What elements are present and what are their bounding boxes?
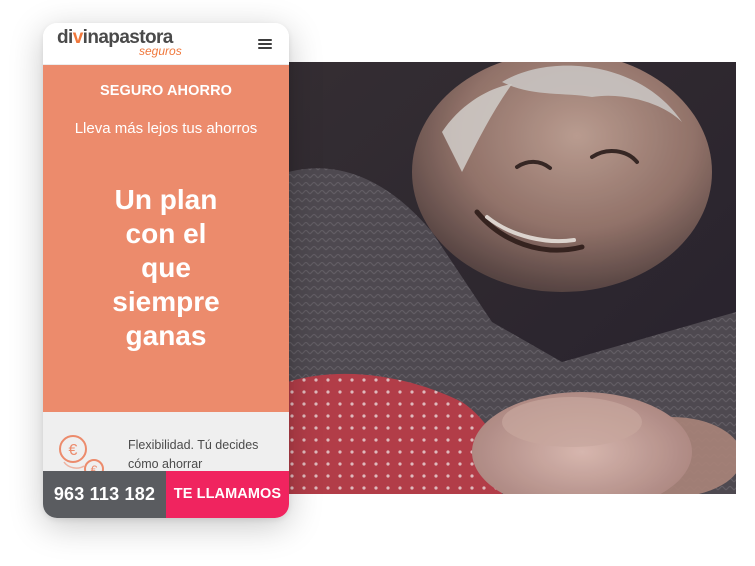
- feature-item: € € Flexibilidad. Tú decides cómo ahorra…: [43, 412, 289, 472]
- request-call-button[interactable]: TE LLAMAMOS: [166, 471, 289, 518]
- cta-bar: 963 113 182 TE LLAMAMOS: [43, 471, 289, 518]
- site-header: divinapastora seguros: [43, 23, 289, 65]
- svg-text:€: €: [69, 442, 78, 459]
- brand-logo[interactable]: divinapastora seguros: [57, 27, 197, 61]
- hamburger-menu-icon[interactable]: [258, 39, 272, 49]
- feature-text: Flexibilidad. Tú decides cómo ahorrar: [128, 438, 259, 471]
- hero-title: Un plan con el que siempre ganas: [73, 183, 259, 353]
- hero-subtitle: Lleva más lejos tus ahorros: [74, 120, 258, 137]
- hero-eyebrow: SEGURO AHORRO: [99, 83, 233, 99]
- hero-title-line: que: [141, 252, 191, 283]
- logo-subtitle: seguros: [139, 44, 182, 58]
- euro-coins-icon: € €: [59, 435, 104, 472]
- mobile-mockup: divinapastora seguros SEGURO AHORRO Llev…: [43, 23, 289, 518]
- hero-title-line: ganas: [125, 320, 207, 351]
- hero-title-line: Un plan: [114, 184, 218, 215]
- hero-title-line: siempre: [112, 286, 220, 317]
- hero-panel: SEGURO AHORRO Lleva más lejos tus ahorro…: [43, 65, 289, 412]
- call-phone-button[interactable]: 963 113 182: [43, 471, 166, 518]
- elderly-man-with-baby-photo: [262, 62, 736, 494]
- hero-title-line: con el: [125, 218, 207, 249]
- hero-photo: [262, 62, 736, 494]
